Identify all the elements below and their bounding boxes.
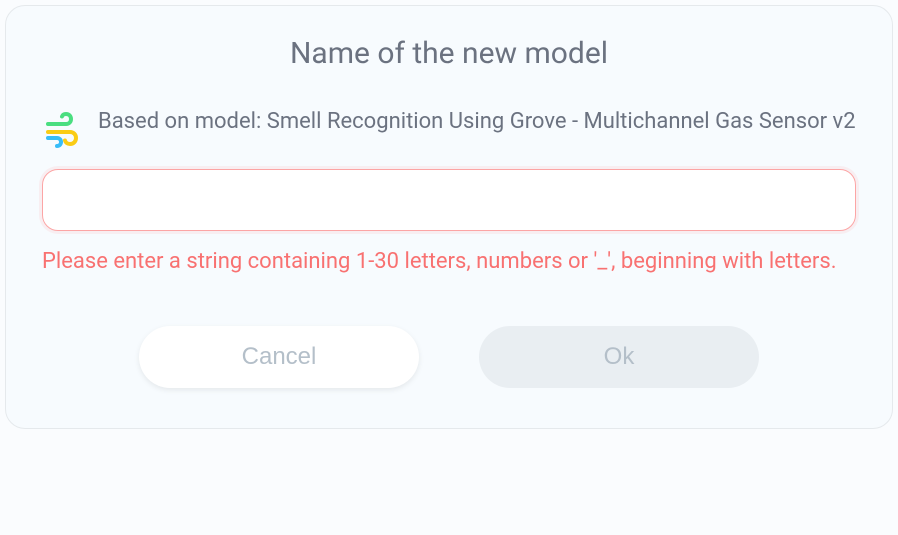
model-name-input[interactable] [42,169,856,231]
based-on-model-label: Based on model: Smell Recognition Using … [98,107,856,137]
based-on-row: Based on model: Smell Recognition Using … [42,107,856,151]
ok-button[interactable]: Ok [479,326,759,388]
wind-icon [42,111,82,151]
cancel-button-label: Cancel [242,343,317,371]
new-model-dialog: Name of the new model Based on model: Sm… [5,5,893,429]
validation-error-text: Please enter a string containing 1-30 le… [42,247,856,278]
cancel-button[interactable]: Cancel [139,326,419,388]
dialog-title: Name of the new model [42,36,856,71]
button-row: Cancel Ok [42,326,856,388]
input-wrapper [42,169,856,231]
ok-button-label: Ok [604,343,635,371]
